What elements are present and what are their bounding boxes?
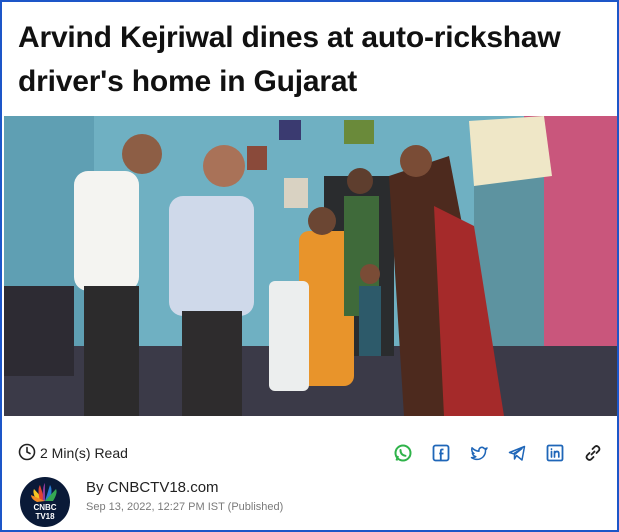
cnbctv18-logo[interactable]: CNBC TV18 [20,477,70,527]
whatsapp-icon[interactable] [393,443,413,463]
logo-line2: TV18 [35,512,55,521]
meta-row: 2 Min(s) Read [18,442,603,466]
clock-icon [18,443,36,464]
logo-line1: CNBC [33,503,56,512]
publish-date: Sep 13, 2022, 12:27 PM IST (Published) [86,501,284,513]
twitter-icon[interactable] [469,443,489,463]
read-time: 2 Min(s) Read [18,442,128,464]
article-card: Arvind Kejriwal dines at auto-rickshaw d… [0,0,619,532]
telegram-icon[interactable] [507,443,527,463]
author-block: CNBC TV18 By CNBCTV18.com Sep 13, 2022, … [20,477,420,527]
article-headline[interactable]: Arvind Kejriwal dines at auto-rickshaw d… [18,16,608,104]
peacock-icon: CNBC TV18 [31,483,57,521]
share-bar [393,442,603,464]
facebook-icon[interactable] [431,443,451,463]
byline[interactable]: By CNBCTV18.com [86,479,219,496]
link-icon[interactable] [583,443,603,463]
article-photo [4,116,617,416]
read-time-label: 2 Min(s) Read [40,445,128,461]
linkedin-icon[interactable] [545,443,565,463]
article-photo-graphic [4,116,617,416]
